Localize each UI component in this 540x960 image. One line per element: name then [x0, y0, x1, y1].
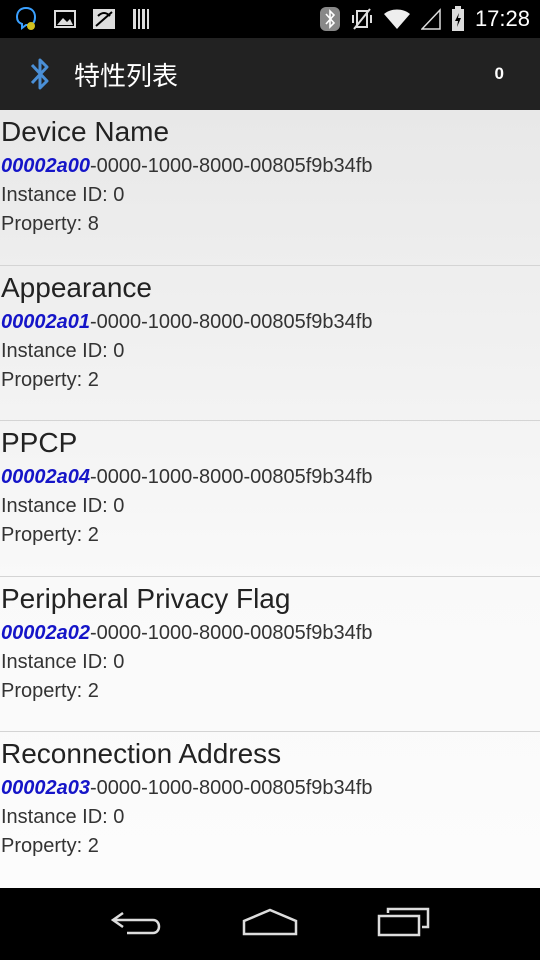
uuid-short: 00002a03 [1, 777, 90, 799]
clock: 17:28 [474, 6, 530, 31]
bluetooth-chat-notification-icon [14, 6, 38, 32]
uuid-rest: -0000-1000-8000-00805f9b34fb [89, 466, 373, 488]
home-icon [241, 907, 299, 942]
property: Property: 2 [1, 679, 99, 702]
characteristic-name: Reconnection Address [1, 738, 282, 769]
instance-id: Instance ID: 0 [1, 650, 125, 673]
bluetooth-icon [319, 6, 341, 32]
action-bar: 特性列表 0 [0, 38, 540, 110]
uuid-short: 00002a02 [1, 621, 90, 644]
notification-icons [14, 6, 152, 32]
image-notification-icon [54, 9, 76, 29]
instance-id: Instance ID: 0 [1, 806, 125, 828]
uuid-short: 00002a04 [1, 466, 90, 488]
barcode-notification-icon [132, 8, 152, 30]
vibrate-icon [351, 7, 373, 31]
list-item[interactable]: Appearance 00002a01-0000-1000-8000-00805… [0, 266, 540, 421]
instance-id: Instance ID: 0 [1, 495, 125, 517]
cell-signal-icon [420, 8, 441, 30]
uuid-rest: -0000-1000-8000-00805f9b34fb [89, 777, 373, 799]
characteristic-name: Peripheral Privacy Flag [1, 582, 291, 614]
page-title: 特性列表 [74, 61, 179, 92]
home-button[interactable] [235, 899, 305, 949]
characteristic-name: PPCP [1, 427, 78, 458]
uuid-rest: -0000-1000-8000-00805f9b34fb [89, 621, 373, 644]
instance-id: Instance ID: 0 [1, 184, 125, 206]
bluetooth-icon[interactable] [20, 54, 60, 94]
characteristic-name: Appearance [1, 271, 153, 303]
property: Property: 2 [1, 368, 99, 391]
status-bar: 17:28 [0, 0, 540, 38]
characteristic-uuid: 00002a02-0000-1000-8000-00805f9b34fb [1, 618, 540, 648]
item-count: 0 [494, 64, 504, 83]
uuid-short: 00002a00 [1, 155, 90, 177]
characteristic-list: Device Name 00002a00-0000-1000-8000-0080… [0, 110, 540, 888]
property: Property: 2 [1, 524, 99, 546]
uuid-short: 00002a01 [1, 310, 90, 333]
characteristic-uuid: 00002a00-0000-1000-8000-00805f9b34fb [1, 151, 540, 181]
no-signal-notification-icon [92, 8, 116, 30]
back-button[interactable] [102, 899, 172, 949]
list-item[interactable]: Reconnection Address 00002a03-0000-1000-… [0, 732, 540, 888]
wifi-icon [383, 8, 411, 30]
recents-icon [376, 907, 430, 942]
list-item[interactable]: Device Name 00002a00-0000-1000-8000-0080… [0, 110, 540, 266]
instance-id: Instance ID: 0 [1, 339, 125, 362]
battery-icon [451, 6, 465, 32]
property: Property: 2 [1, 835, 99, 857]
characteristic-uuid: 00002a03-0000-1000-8000-00805f9b34fb [1, 773, 540, 803]
uuid-rest: -0000-1000-8000-00805f9b34fb [89, 310, 373, 333]
system-icons: 17:28 [319, 6, 530, 32]
uuid-rest: -0000-1000-8000-00805f9b34fb [89, 155, 373, 177]
back-icon [109, 907, 165, 942]
recents-button[interactable] [368, 899, 438, 949]
navigation-bar [0, 888, 540, 960]
characteristic-name: Device Name [1, 116, 170, 147]
characteristic-uuid: 00002a01-0000-1000-8000-00805f9b34fb [1, 307, 540, 337]
characteristic-uuid: 00002a04-0000-1000-8000-00805f9b34fb [1, 462, 540, 492]
list-item[interactable]: Peripheral Privacy Flag 00002a02-0000-10… [0, 577, 540, 732]
property: Property: 8 [1, 213, 99, 235]
list-item[interactable]: PPCP 00002a04-0000-1000-8000-00805f9b34f… [0, 421, 540, 577]
